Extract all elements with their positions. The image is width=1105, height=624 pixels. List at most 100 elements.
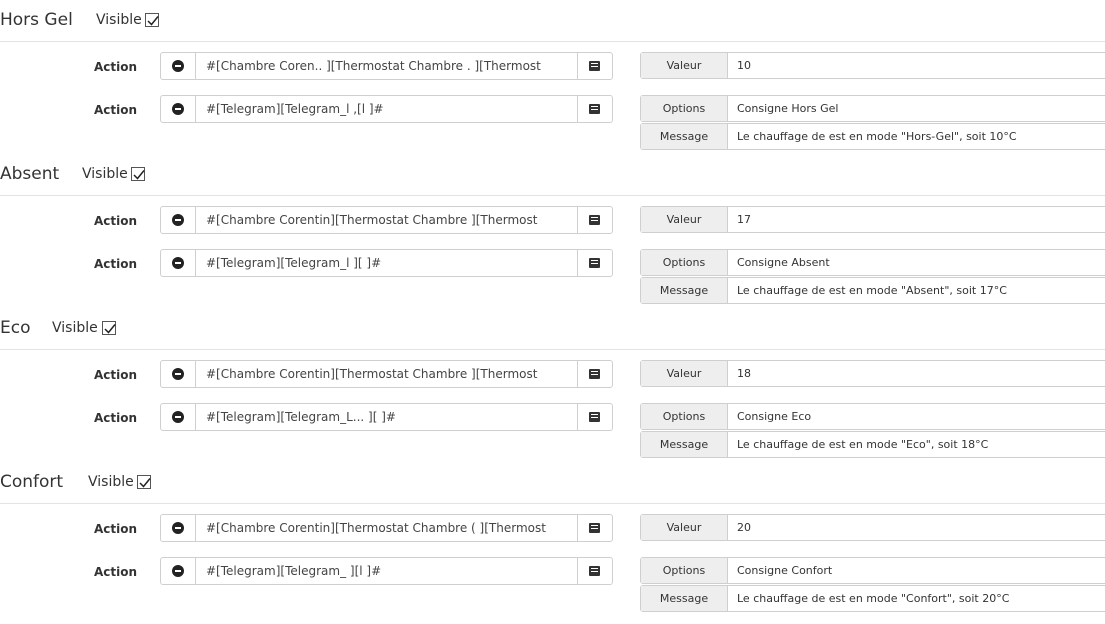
message-input[interactable]: Le chauffage de est en mode "Absent", so… [737, 284, 1007, 297]
visible-checkbox[interactable] [131, 167, 145, 181]
action-command-group: #[Telegram][Telegram_l ,[l ]# [160, 95, 613, 123]
list-icon [589, 104, 600, 114]
select-command-button[interactable] [577, 361, 612, 387]
select-command-button[interactable] [577, 558, 612, 584]
valeur-label: Valeur [641, 515, 728, 540]
valeur-input[interactable]: 10 [737, 59, 751, 72]
action-command-input[interactable]: #[Chambre Corentin][Thermostat Chambre ]… [206, 213, 574, 227]
divider [0, 503, 1105, 504]
action-command-input[interactable]: #[Chambre Corentin][Thermostat Chambre ]… [206, 367, 574, 381]
action-label: Action [94, 565, 138, 579]
valeur-label: Valeur [641, 361, 728, 386]
list-icon [589, 523, 600, 533]
action-command-group: #[Telegram][Telegram_l ][ ]# [160, 249, 613, 277]
message-field-group: Message Le chauffage de est en mode "Abse… [640, 277, 1105, 304]
divider [0, 195, 1105, 196]
section-header: Eco Visible [0, 316, 1105, 350]
remove-action-button[interactable] [161, 250, 196, 276]
action-label: Action [94, 257, 138, 271]
options-input[interactable]: Consigne Absent [737, 256, 830, 269]
section-hors-gel: Hors Gel Visible Action #[Chambre Coren.. ]… [0, 8, 1105, 162]
message-label: Message [641, 278, 728, 303]
visible-label: Visible [88, 474, 134, 490]
section-title: Confort [0, 472, 64, 492]
section-confort: Confort Visible Action #[Chambre Corentin][… [0, 470, 1105, 624]
options-field-group: Options Consigne Hors Gel [640, 95, 1105, 122]
options-label: Options [641, 404, 728, 429]
options-input[interactable]: Consigne Eco [737, 410, 811, 423]
action-command-group: #[Chambre Corentin][Thermostat Chambre (… [160, 514, 613, 542]
action-command-group: #[Chambre Coren.. ][Thermostat Chambre .… [160, 52, 613, 80]
message-input[interactable]: Le chauffage de est en mode "Hors-Gel", … [737, 130, 1017, 143]
section-eco: Eco Visible Action #[Chambre Corentin][Ther… [0, 316, 1105, 470]
remove-action-button[interactable] [161, 96, 196, 122]
minus-circle-icon [172, 522, 184, 534]
list-icon [589, 258, 600, 268]
options-field-group: Options Consigne Absent [640, 249, 1105, 276]
valeur-input[interactable]: 17 [737, 213, 751, 226]
valeur-label: Valeur [641, 53, 728, 78]
minus-circle-icon [172, 214, 184, 226]
options-field-group: Options Consigne Eco [640, 403, 1105, 430]
check-icon [147, 16, 159, 26]
visible-checkbox[interactable] [137, 475, 151, 489]
valeur-field-group: Valeur 18 [640, 360, 1105, 387]
action-label: Action [94, 411, 138, 425]
options-input[interactable]: Consigne Confort [737, 564, 832, 577]
check-icon [139, 478, 151, 488]
message-field-group: Message Le chauffage de est en mode "Eco"… [640, 431, 1105, 458]
minus-circle-icon [172, 103, 184, 115]
check-icon [133, 170, 145, 180]
minus-circle-icon [172, 565, 184, 577]
message-field-group: Message Le chauffage de est en mode "Hors… [640, 123, 1105, 150]
select-command-button[interactable] [577, 250, 612, 276]
visible-checkbox[interactable] [102, 321, 116, 335]
list-icon [589, 412, 600, 422]
list-icon [589, 566, 600, 576]
action-label: Action [94, 522, 138, 536]
minus-circle-icon [172, 60, 184, 72]
valeur-label: Valeur [641, 207, 728, 232]
minus-circle-icon [172, 368, 184, 380]
valeur-field-group: Valeur 10 [640, 52, 1105, 79]
action-command-input[interactable]: #[Telegram][Telegram_l ][ ]# [206, 256, 574, 270]
action-command-input[interactable]: #[Chambre Corentin][Thermostat Chambre (… [206, 521, 574, 535]
options-field-group: Options Consigne Confort [640, 557, 1105, 584]
action-command-group: #[Chambre Corentin][Thermostat Chambre ]… [160, 206, 613, 234]
visible-checkbox[interactable] [145, 13, 159, 27]
action-label: Action [94, 103, 138, 117]
message-field-group: Message Le chauffage de est en mode "Conf… [640, 585, 1105, 612]
remove-action-button[interactable] [161, 361, 196, 387]
valeur-input[interactable]: 20 [737, 521, 751, 534]
message-input[interactable]: Le chauffage de est en mode "Eco", soit … [737, 438, 988, 451]
valeur-field-group: Valeur 20 [640, 514, 1105, 541]
select-command-button[interactable] [577, 404, 612, 430]
action-command-group: #[Telegram][Telegram_ ][l ]# [160, 557, 613, 585]
visible-label: Visible [96, 12, 142, 28]
remove-action-button[interactable] [161, 558, 196, 584]
action-label: Action [94, 214, 138, 228]
message-label: Message [641, 586, 728, 611]
valeur-input[interactable]: 18 [737, 367, 751, 380]
action-command-input[interactable]: #[Telegram][Telegram_l ,[l ]# [206, 102, 574, 116]
remove-action-button[interactable] [161, 515, 196, 541]
section-title: Absent [0, 164, 60, 184]
remove-action-button[interactable] [161, 404, 196, 430]
remove-action-button[interactable] [161, 207, 196, 233]
check-icon [104, 324, 116, 334]
action-command-input[interactable]: #[Chambre Coren.. ][Thermostat Chambre .… [206, 59, 574, 73]
options-label: Options [641, 250, 728, 275]
action-command-group: #[Telegram][Telegram_L... ][ ]# [160, 403, 613, 431]
visible-label: Visible [82, 166, 128, 182]
message-input[interactable]: Le chauffage de est en mode "Confort", s… [737, 592, 1009, 605]
visible-label: Visible [52, 320, 98, 336]
list-icon [589, 369, 600, 379]
select-command-button[interactable] [577, 96, 612, 122]
select-command-button[interactable] [577, 515, 612, 541]
options-input[interactable]: Consigne Hors Gel [737, 102, 839, 115]
action-command-input[interactable]: #[Telegram][Telegram_L... ][ ]# [206, 410, 574, 424]
select-command-button[interactable] [577, 207, 612, 233]
action-command-input[interactable]: #[Telegram][Telegram_ ][l ]# [206, 564, 574, 578]
remove-action-button[interactable] [161, 53, 196, 79]
select-command-button[interactable] [577, 53, 612, 79]
